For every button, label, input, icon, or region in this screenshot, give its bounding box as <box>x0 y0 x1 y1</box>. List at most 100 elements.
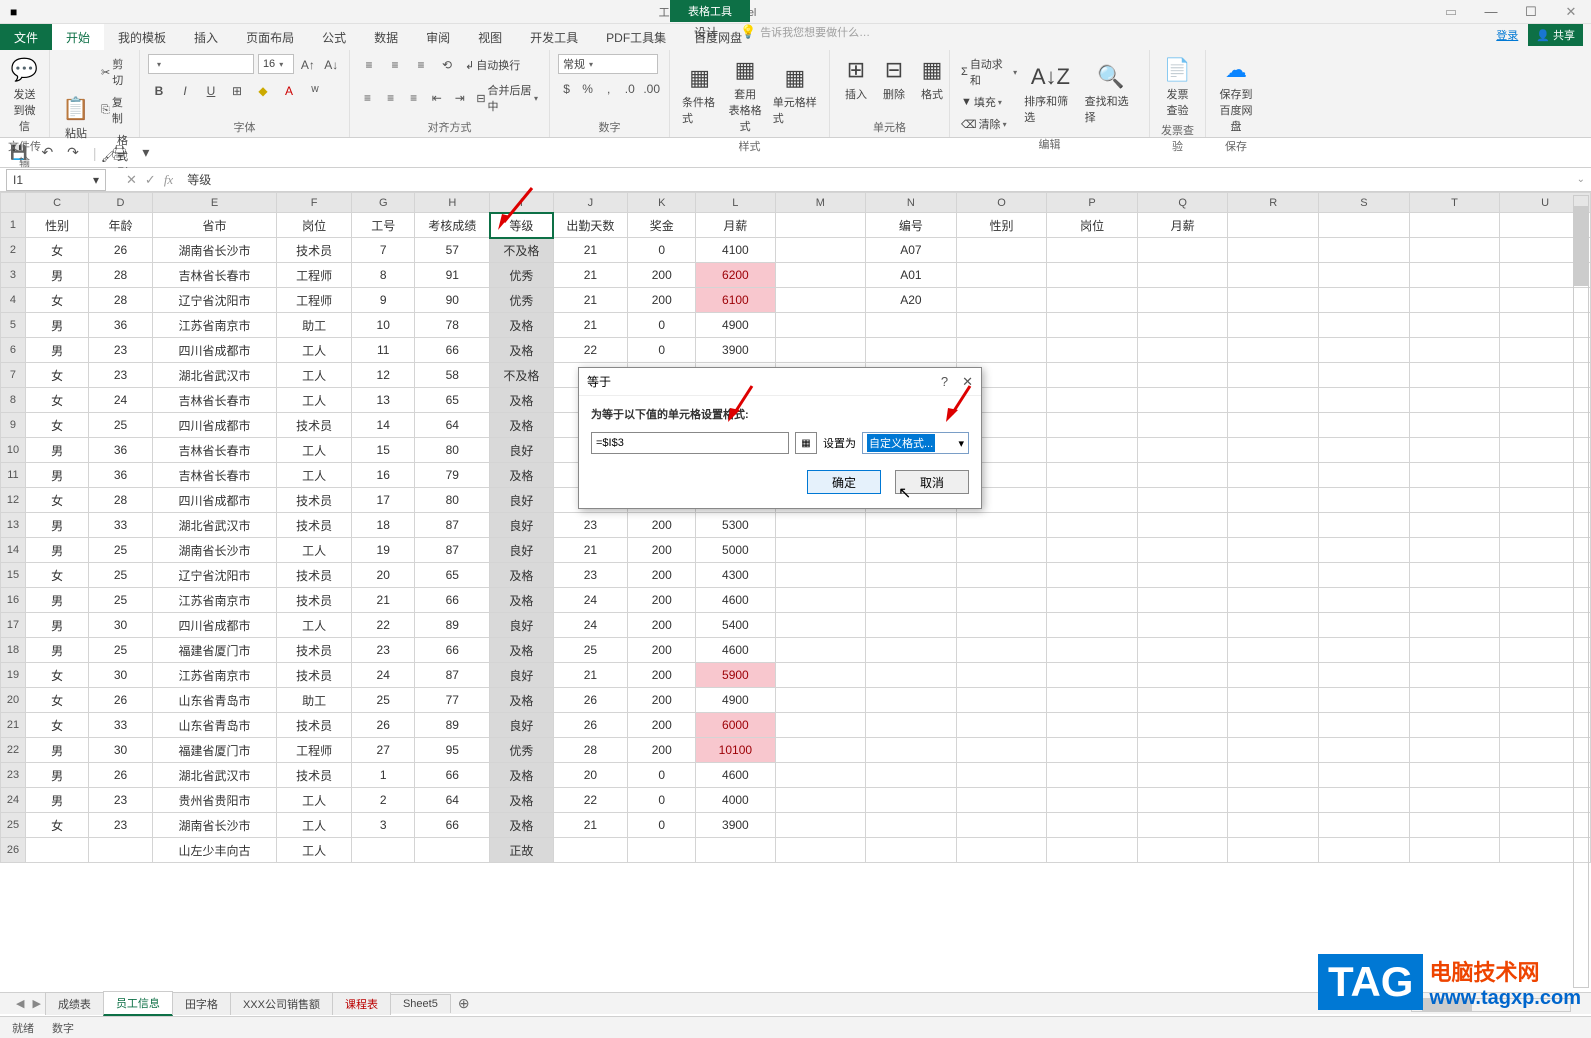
cell-T21[interactable] <box>1409 713 1500 738</box>
font-size-select[interactable]: 16▾ <box>258 54 294 74</box>
cell-F22[interactable]: 工程师 <box>277 738 352 763</box>
row-head-6[interactable]: 6 <box>1 338 26 363</box>
cell-Q5[interactable] <box>1137 313 1228 338</box>
cell-M24[interactable] <box>775 788 866 813</box>
cell-I23[interactable]: 及格 <box>490 763 553 788</box>
cell-K6[interactable]: 0 <box>628 338 696 363</box>
cell-F18[interactable]: 技术员 <box>277 638 352 663</box>
cell-N26[interactable] <box>866 838 957 863</box>
cell-P25[interactable] <box>1047 813 1138 838</box>
cell-C4[interactable]: 女 <box>25 288 88 313</box>
cell-F14[interactable]: 工人 <box>277 538 352 563</box>
cell-T7[interactable] <box>1409 363 1500 388</box>
cell-D9[interactable]: 25 <box>89 413 152 438</box>
cell-D11[interactable]: 36 <box>89 463 152 488</box>
cell-N14[interactable] <box>866 538 957 563</box>
cell-H11[interactable]: 79 <box>415 463 490 488</box>
cell-C23[interactable]: 男 <box>25 763 88 788</box>
cell-S24[interactable] <box>1319 788 1410 813</box>
sheet-tab-4[interactable]: XXX公司销售额 <box>230 992 333 1015</box>
cell-M16[interactable] <box>775 588 866 613</box>
col-head-M[interactable]: M <box>775 193 866 213</box>
cell-D18[interactable]: 25 <box>89 638 152 663</box>
italic-button[interactable]: I <box>174 80 196 102</box>
cell-E6[interactable]: 四川省成都市 <box>152 338 277 363</box>
cell-H23[interactable]: 66 <box>415 763 490 788</box>
orientation-button[interactable]: ⟲ <box>436 54 458 76</box>
cell-L5[interactable]: 4900 <box>696 313 775 338</box>
cell-E14[interactable]: 湖南省长沙市 <box>152 538 277 563</box>
cell-S10[interactable] <box>1319 438 1410 463</box>
cell-R16[interactable] <box>1228 588 1319 613</box>
cell-O2[interactable] <box>956 238 1047 263</box>
cell-R2[interactable] <box>1228 238 1319 263</box>
cell-R13[interactable] <box>1228 513 1319 538</box>
cell-D22[interactable]: 30 <box>89 738 152 763</box>
autosum-button[interactable]: Σ自动求和▾ <box>958 54 1020 90</box>
select-all-corner[interactable] <box>1 193 26 213</box>
cell-Q21[interactable] <box>1137 713 1228 738</box>
cell-G13[interactable]: 18 <box>352 513 415 538</box>
paste-button[interactable]: 📋粘贴 <box>58 54 94 182</box>
cell-M15[interactable] <box>775 563 866 588</box>
cell-O16[interactable] <box>956 588 1047 613</box>
cell-K16[interactable]: 200 <box>628 588 696 613</box>
cell-R21[interactable] <box>1228 713 1319 738</box>
cell-T2[interactable] <box>1409 238 1500 263</box>
cell-I20[interactable]: 及格 <box>490 688 553 713</box>
login-link[interactable]: 登录 <box>1496 27 1518 43</box>
cell-F13[interactable]: 技术员 <box>277 513 352 538</box>
cell-O23[interactable] <box>956 763 1047 788</box>
col-head-G[interactable]: G <box>352 193 415 213</box>
cell-J20[interactable]: 26 <box>553 688 628 713</box>
cell-I7[interactable]: 不及格 <box>490 363 553 388</box>
cell-L16[interactable]: 4600 <box>696 588 775 613</box>
cell-F8[interactable]: 工人 <box>277 388 352 413</box>
cell-T12[interactable] <box>1409 488 1500 513</box>
cell-D12[interactable]: 28 <box>89 488 152 513</box>
confirm-fx-icon[interactable]: ✓ <box>145 172 156 188</box>
cell-H24[interactable]: 64 <box>415 788 490 813</box>
cell-J21[interactable]: 26 <box>553 713 628 738</box>
cell-I5[interactable]: 及格 <box>490 313 553 338</box>
cell-S7[interactable] <box>1319 363 1410 388</box>
row-head-7[interactable]: 7 <box>1 363 26 388</box>
row-head-5[interactable]: 5 <box>1 313 26 338</box>
cell-C17[interactable]: 男 <box>25 613 88 638</box>
align-middle-button[interactable]: ≡ <box>384 54 406 76</box>
cell-M18[interactable] <box>775 638 866 663</box>
col-head-C[interactable]: C <box>25 193 88 213</box>
cell-D17[interactable]: 30 <box>89 613 152 638</box>
dec-decimal-button[interactable]: .00 <box>642 78 661 100</box>
cell-N24[interactable] <box>866 788 957 813</box>
cell-L22[interactable]: 10100 <box>696 738 775 763</box>
invoice-button[interactable]: 📄发票 查验 <box>1158 54 1197 120</box>
cell-F15[interactable]: 技术员 <box>277 563 352 588</box>
row-head-12[interactable]: 12 <box>1 488 26 513</box>
cell-F25[interactable]: 工人 <box>277 813 352 838</box>
cell-H9[interactable]: 64 <box>415 413 490 438</box>
cell-C22[interactable]: 男 <box>25 738 88 763</box>
cell-N6[interactable] <box>866 338 957 363</box>
cell-T3[interactable] <box>1409 263 1500 288</box>
cell-E5[interactable]: 江苏省南京市 <box>152 313 277 338</box>
align-right-button[interactable]: ≡ <box>404 87 423 109</box>
cell-M14[interactable] <box>775 538 866 563</box>
cell-L15[interactable]: 4300 <box>696 563 775 588</box>
cell-T25[interactable] <box>1409 813 1500 838</box>
number-format-select[interactable]: 常规▾ <box>558 54 658 74</box>
col-head-S[interactable]: S <box>1319 193 1410 213</box>
cell-P13[interactable] <box>1047 513 1138 538</box>
font-name-select[interactable]: ▾ <box>148 54 254 74</box>
cell-P7[interactable] <box>1047 363 1138 388</box>
cell-Q11[interactable] <box>1137 463 1228 488</box>
comma-button[interactable]: , <box>600 78 617 100</box>
cell-D4[interactable]: 28 <box>89 288 152 313</box>
cell-S12[interactable] <box>1319 488 1410 513</box>
cut-button[interactable]: ✂剪切 <box>98 54 131 90</box>
cell-T8[interactable] <box>1409 388 1500 413</box>
cell-C24[interactable]: 男 <box>25 788 88 813</box>
cell-J22[interactable]: 28 <box>553 738 628 763</box>
cell-O15[interactable] <box>956 563 1047 588</box>
cell-K23[interactable]: 0 <box>628 763 696 788</box>
